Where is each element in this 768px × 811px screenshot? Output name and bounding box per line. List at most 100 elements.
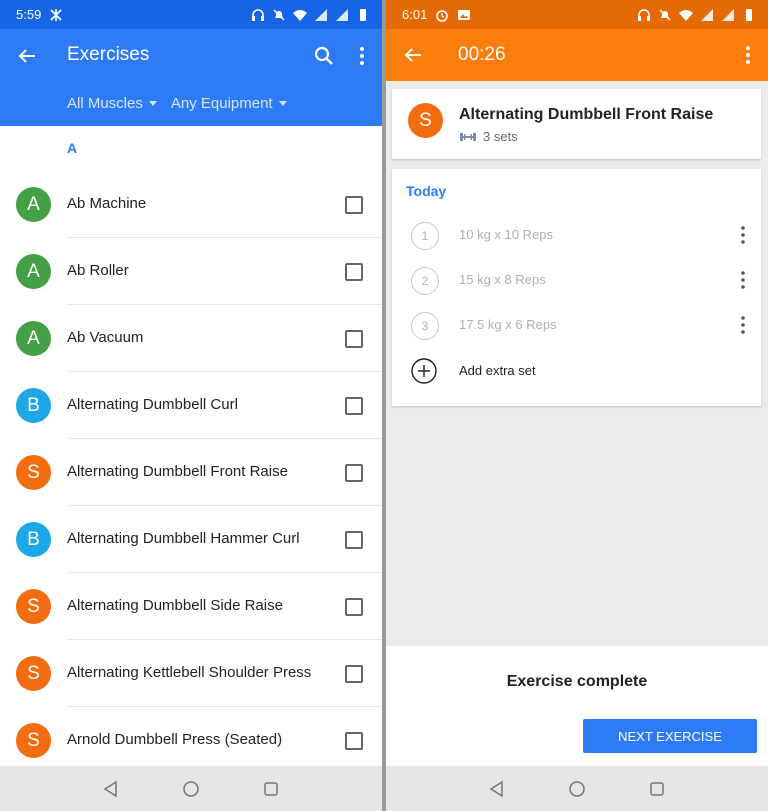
back-button[interactable]: [14, 43, 40, 69]
exercise-list-item[interactable]: S Alternating Dumbbell Front Raise: [0, 439, 382, 506]
exercise-list-item[interactable]: S Alternating Kettlebell Shoulder Press: [0, 640, 382, 707]
exercise-list-item[interactable]: B Alternating Dumbbell Curl: [0, 372, 382, 439]
arrow-left-icon: [404, 48, 421, 62]
section-header: A: [67, 140, 78, 156]
nav-back-icon[interactable]: [102, 780, 120, 798]
next-exercise-button[interactable]: NEXT EXERCISE: [583, 719, 757, 753]
signal-icon-2: [722, 8, 734, 21]
status-bar: 6:01: [386, 0, 768, 29]
sets-card: Today 1 10 kg x 10 Reps 2 15 kg x 8 Reps 3 17…: [392, 169, 761, 406]
exercise-name: Alternating Dumbbell Curl: [67, 396, 238, 413]
exercise-checkbox[interactable]: [345, 598, 363, 616]
exercise-checkbox[interactable]: [345, 464, 363, 482]
exercise-list-item[interactable]: S Alternating Dumbbell Side Raise: [0, 573, 382, 640]
dumbbell-icon: [460, 132, 476, 141]
nav-home-icon[interactable]: [182, 780, 200, 798]
more-vert-icon[interactable]: [734, 314, 752, 336]
exercise-name: Arnold Dumbbell Press (Seated): [67, 731, 283, 748]
exercise-avatar: S: [16, 723, 51, 758]
set-row[interactable]: 3 17.5 kg x 6 Reps: [392, 304, 761, 348]
exercise-checkbox[interactable]: [345, 196, 363, 214]
filter-bar: All Muscles Any Equipment: [67, 95, 287, 112]
add-circle-icon: [411, 358, 437, 384]
arrow-left-icon: [18, 49, 35, 63]
exercise-title: Alternating Dumbbell Front Raise: [459, 106, 714, 123]
more-vert-icon[interactable]: [350, 44, 374, 68]
search-icon[interactable]: [312, 44, 336, 68]
exercise-name: Alternating Dumbbell Front Raise: [67, 463, 288, 480]
exercise-avatar: S: [16, 455, 51, 490]
add-extra-set-button[interactable]: Add extra set: [392, 354, 761, 390]
wifi-icon: [293, 9, 307, 21]
equipment-filter-dropdown[interactable]: Any Equipment: [171, 95, 287, 112]
set-row[interactable]: 2 15 kg x 8 Reps: [392, 259, 761, 303]
exercise-checkbox[interactable]: [345, 330, 363, 348]
more-vert-icon[interactable]: [734, 224, 752, 246]
exercise-complete-label: Exercise complete: [506, 673, 648, 690]
exercise-avatar: S: [16, 589, 51, 624]
nav-recents-icon[interactable]: [648, 780, 666, 798]
exercise-avatar: A: [16, 321, 51, 356]
exercise-checkbox[interactable]: [345, 665, 363, 683]
app-bar: Exercises All Muscles Any Equipment: [0, 29, 382, 126]
signal-icon: [315, 8, 327, 21]
system-nav-bar: [0, 766, 382, 811]
chevron-down-icon: [148, 101, 157, 106]
exercise-sets-info: 3 sets: [459, 129, 518, 144]
set-number: 2: [411, 267, 439, 295]
exercise-avatar: B: [16, 522, 51, 557]
nav-home-icon[interactable]: [568, 780, 586, 798]
signal-icon: [701, 8, 713, 21]
nav-recents-icon[interactable]: [262, 780, 280, 798]
image-icon: [458, 9, 471, 20]
mute-icon: [659, 8, 671, 21]
workout-timer: 00:26: [458, 44, 506, 65]
add-extra-set-label: Add extra set: [459, 363, 536, 378]
set-details: 15 kg x 8 Reps: [459, 272, 546, 287]
mute-icon: [273, 8, 285, 21]
exercise-name: Alternating Dumbbell Side Raise: [67, 597, 283, 614]
signal-icon-2: [336, 8, 348, 21]
nav-back-icon[interactable]: [488, 780, 506, 798]
battery-icon: [746, 8, 752, 21]
equipment-filter-label: Any Equipment: [170, 95, 273, 112]
exercise-checkbox[interactable]: [345, 531, 363, 549]
exercise-avatar: A: [16, 187, 51, 222]
exercise-checkbox[interactable]: [345, 732, 363, 750]
exercise-list-item[interactable]: A Ab Machine: [0, 171, 382, 238]
today-header: Today: [406, 183, 447, 199]
muscle-filter-label: All Muscles: [67, 95, 143, 112]
app-bar: 00:26: [386, 29, 768, 81]
status-time: 6:01: [402, 7, 428, 22]
exercise-list: A Ab Machine A Ab Roller A Ab Vacuum B Alternat…: [0, 171, 382, 774]
exercise-card[interactable]: S Alternating Dumbbell Front Raise 3 set…: [392, 89, 761, 159]
set-number: 1: [411, 222, 439, 250]
status-time: 5:59: [16, 7, 42, 22]
workout-screen: 6:01 00:26 S Alternating Dumbbell Front …: [386, 0, 768, 811]
exercise-list-item[interactable]: A Ab Roller: [0, 238, 382, 305]
more-vert-icon[interactable]: [734, 269, 752, 291]
exercise-list-item[interactable]: B Alternating Dumbbell Hammer Curl: [0, 506, 382, 573]
exercise-name: Ab Roller: [67, 262, 129, 279]
back-button[interactable]: [400, 42, 426, 68]
exercise-checkbox[interactable]: [345, 397, 363, 415]
exercise-checkbox[interactable]: [345, 263, 363, 281]
exercise-name: Alternating Kettlebell Shoulder Press: [67, 664, 312, 681]
wifi-icon: [679, 9, 693, 21]
headphones-icon: [252, 8, 264, 21]
exercise-name: Alternating Dumbbell Hammer Curl: [67, 530, 300, 547]
system-nav-bar: [386, 766, 768, 811]
set-details: 17.5 kg x 6 Reps: [459, 317, 557, 332]
exercise-avatar: S: [408, 103, 443, 138]
muscle-filter-dropdown[interactable]: All Muscles: [67, 95, 157, 112]
notification-icon: [50, 8, 62, 21]
exercise-list-item[interactable]: A Ab Vacuum: [0, 305, 382, 372]
exercise-avatar: S: [16, 656, 51, 691]
exercise-avatar: B: [16, 388, 51, 423]
more-vert-icon[interactable]: [736, 43, 760, 67]
set-number: 3: [411, 312, 439, 340]
exercise-list-item[interactable]: S Arnold Dumbbell Press (Seated): [0, 707, 382, 774]
set-row[interactable]: 1 10 kg x 10 Reps: [392, 214, 761, 258]
exercises-screen: 5:59 Exercises All Muscles Any Equipment…: [0, 0, 382, 811]
headphones-icon: [638, 8, 650, 21]
